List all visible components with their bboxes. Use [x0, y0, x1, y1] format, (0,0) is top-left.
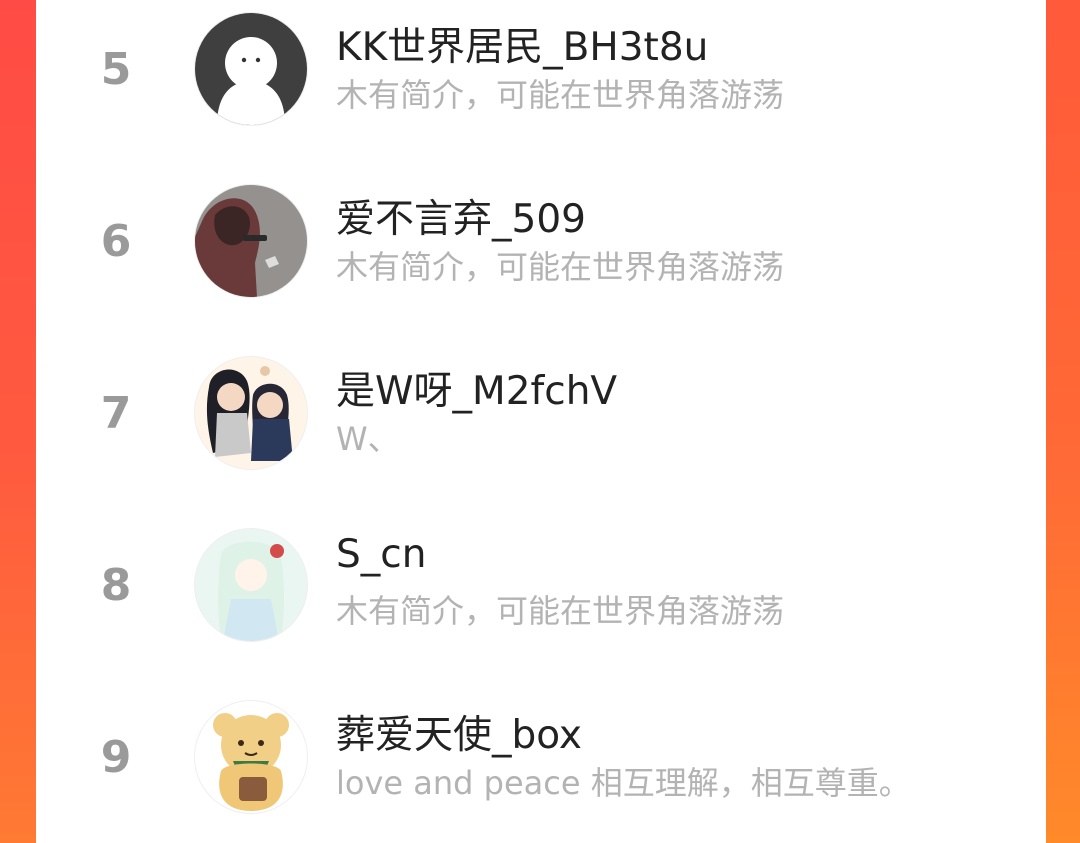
ranking-screen: 5 KK世界居民_BH3t8u 木有简介，可能在世界角落游荡 6 爱不言弃_50…: [0, 0, 1080, 843]
user-name[interactable]: S_cn: [336, 532, 426, 577]
user-bio: love and peace 相互理解，相互尊重。: [336, 764, 911, 802]
user-bio: W、: [336, 420, 400, 458]
user-name[interactable]: 是W呀_M2fchV: [336, 360, 617, 416]
list-item[interactable]: 6 爱不言弃_509 木有简介，可能在世界角落游荡: [36, 172, 1046, 344]
rank-number: 9: [100, 732, 132, 783]
list-item[interactable]: 5 KK世界居民_BH3t8u 木有简介，可能在世界角落游荡: [36, 0, 1046, 172]
teddy-bear-avatar-icon[interactable]: [194, 700, 308, 814]
user-name[interactable]: 葬爱天使_box: [336, 704, 582, 760]
rank-number: 6: [100, 216, 132, 267]
list-item[interactable]: 8 S_cn 木有简介，可能在世界角落游荡: [36, 516, 1046, 688]
ranking-list-panel: 5 KK世界居民_BH3t8u 木有简介，可能在世界角落游荡 6 爱不言弃_50…: [36, 0, 1046, 843]
user-bio: 木有简介，可能在世界角落游荡: [336, 76, 785, 114]
list-item[interactable]: 9 葬爱天使_box love and peace 相互理解，相互尊重。: [36, 688, 1046, 843]
user-name[interactable]: 爱不言弃_509: [336, 188, 586, 244]
user-bio: 木有简介，可能在世界角落游荡: [336, 592, 785, 630]
list-item[interactable]: 7 是W呀_M2fchV W、: [36, 344, 1046, 516]
default-ghost-avatar-icon[interactable]: [194, 12, 308, 126]
left-gradient-edge: [0, 0, 36, 843]
anime-couple-avatar-icon[interactable]: [194, 356, 308, 470]
user-bio: 木有简介，可能在世界角落游荡: [336, 248, 785, 286]
right-gradient-edge: [1046, 0, 1080, 843]
rank-number: 7: [100, 388, 132, 439]
rank-number: 8: [100, 560, 132, 611]
user-name[interactable]: KK世界居民_BH3t8u: [336, 16, 708, 72]
anime-girl-avatar-icon[interactable]: [194, 528, 308, 642]
hooded-figure-photo-avatar-icon[interactable]: [194, 184, 308, 298]
rank-number: 5: [100, 44, 132, 95]
